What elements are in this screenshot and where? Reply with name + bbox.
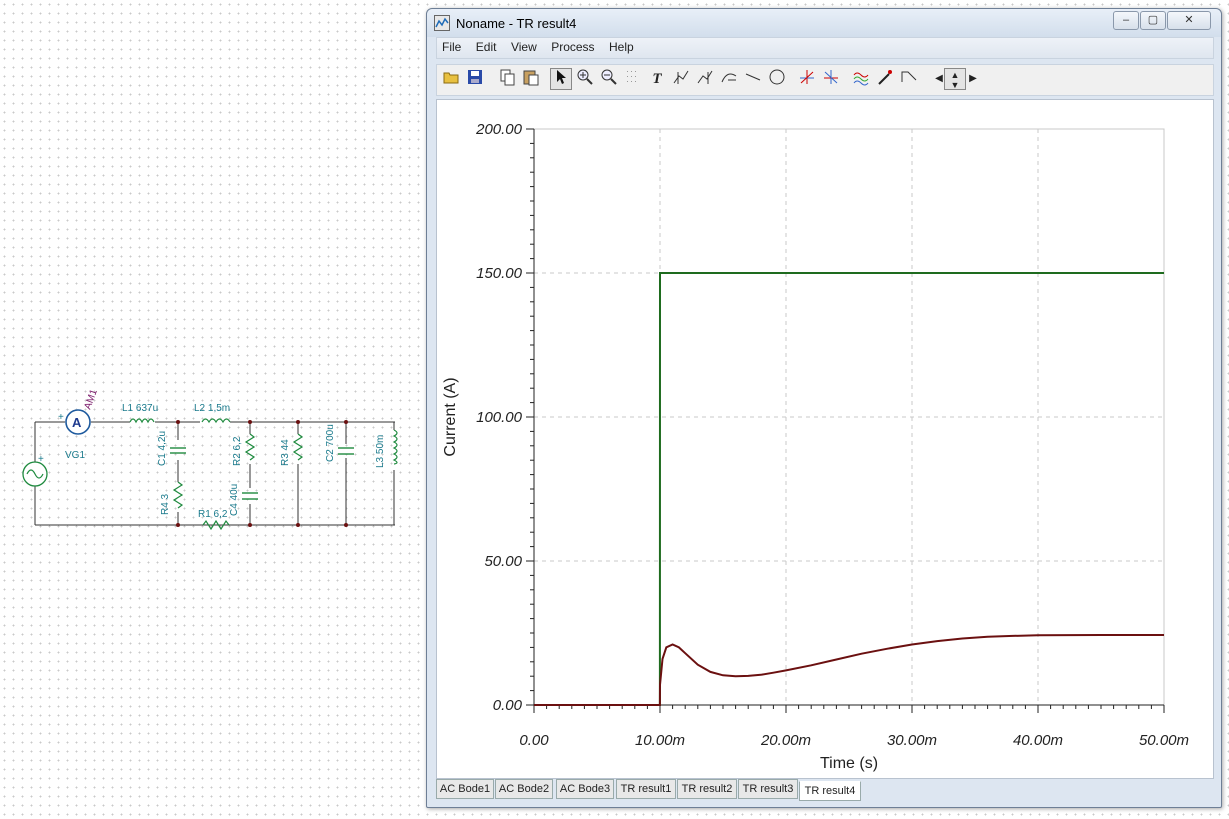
- pointer-icon[interactable]: [550, 68, 572, 90]
- tab-tr-result4[interactable]: TR result4: [799, 781, 861, 801]
- c4-label: C4 40u: [229, 484, 240, 516]
- text-icon[interactable]: T: [646, 68, 668, 90]
- plot-area[interactable]: 0.00 10.00m 20.00m 30.00m 40.00m 50.00m 0.00 50…: [436, 99, 1214, 779]
- save-icon[interactable]: [464, 68, 486, 90]
- tab-ac-bode2[interactable]: AC Bode2: [495, 779, 553, 799]
- marker-a-icon[interactable]: [796, 68, 818, 90]
- ammeter-symbol: A: [72, 415, 82, 430]
- marker-b-icon[interactable]: [820, 68, 842, 90]
- arrow-right-icon[interactable]: ▶: [962, 68, 984, 90]
- x-tick-label: 20.00m: [760, 732, 811, 749]
- y-tick-label: 150.00: [476, 265, 523, 282]
- curve-icon[interactable]: [718, 68, 740, 90]
- zoom-fit-icon[interactable]: [598, 68, 620, 90]
- x-tick-label: 50.00m: [1139, 732, 1189, 749]
- r1-label: R1 6,2: [198, 509, 228, 520]
- y-tick-label: 100.00: [476, 409, 523, 426]
- source-plus-label: +: [38, 454, 44, 465]
- minimize-button[interactable]: –: [1113, 11, 1139, 30]
- menu-bar: File Edit View Process Help: [436, 37, 1214, 59]
- y-tick-label: 50.00: [484, 553, 522, 570]
- waveform-icon[interactable]: [850, 68, 872, 90]
- l3-label: L3 50m: [375, 435, 386, 468]
- r4-label: R4 3: [160, 493, 171, 515]
- am1-label: AM1: [82, 388, 100, 411]
- cursor-b-icon[interactable]: [694, 68, 716, 90]
- tab-tr-result1[interactable]: TR result1: [616, 779, 676, 799]
- menu-file[interactable]: File: [437, 38, 466, 54]
- x-tick-label: 10.00m: [635, 732, 685, 749]
- menu-edit[interactable]: Edit: [471, 38, 502, 54]
- maximize-button[interactable]: ▢: [1140, 11, 1166, 30]
- y-tick-label: 200.00: [475, 121, 523, 138]
- x-tick-label: 40.00m: [1013, 732, 1063, 749]
- window-title: Noname - TR result4: [456, 16, 577, 31]
- line-icon[interactable]: [742, 68, 764, 90]
- inductor-l2-icon[interactable]: [201, 418, 231, 424]
- circle-icon[interactable]: [766, 68, 788, 90]
- ammeter-plus-label: +: [58, 412, 64, 423]
- l1-label: L1 637u: [122, 403, 158, 414]
- close-button[interactable]: ✕: [1167, 11, 1211, 30]
- x-axis-label: Time (s): [820, 755, 878, 772]
- result-tabs: AC Bode1 AC Bode2 AC Bode3 TR result1 TR…: [436, 779, 1212, 801]
- c1-label: C1 4,2u: [157, 431, 168, 466]
- slope-icon[interactable]: [898, 68, 920, 90]
- open-icon[interactable]: [440, 68, 462, 90]
- l2-label: L2 1,5m: [194, 403, 230, 414]
- inductor-l1-icon[interactable]: [129, 418, 155, 424]
- zoom-in-icon[interactable]: [574, 68, 596, 90]
- probe-icon[interactable]: [874, 68, 896, 90]
- tab-ac-bode3[interactable]: AC Bode3: [556, 779, 614, 799]
- r2-label: R2 6,2: [232, 436, 243, 466]
- vg1-label: VG1: [65, 450, 85, 461]
- menu-help[interactable]: Help: [604, 38, 639, 54]
- capacitor-c2-icon[interactable]: [338, 447, 354, 455]
- menu-view[interactable]: View: [506, 38, 542, 54]
- tab-tr-result3[interactable]: TR result3: [738, 779, 798, 799]
- circuit-schematic[interactable]: + VG1 A + AM1 L1 637u L2 1,5m L3 50m C1 …: [0, 380, 420, 550]
- r3-label: R3 44: [280, 439, 291, 466]
- c2-label: C2 700u: [325, 424, 336, 462]
- capacitor-c4-icon[interactable]: [242, 492, 258, 500]
- inductor-l3-icon[interactable]: [392, 429, 398, 465]
- capacitor-c1-icon[interactable]: [170, 447, 186, 454]
- tab-ac-bode1[interactable]: AC Bode1: [436, 779, 494, 799]
- resistor-r3-icon[interactable]: [292, 433, 304, 461]
- title-bar[interactable]: Noname - TR result4 – ▢ ✕: [427, 9, 1221, 37]
- tab-tr-result2[interactable]: TR result2: [677, 779, 737, 799]
- x-tick-label: 30.00m: [887, 732, 937, 749]
- y-axis-label: Current (A): [442, 377, 459, 456]
- result-window: Noname - TR result4 – ▢ ✕ File Edit View…: [426, 8, 1222, 808]
- menu-process[interactable]: Process: [546, 38, 599, 54]
- grid-icon[interactable]: [622, 68, 644, 90]
- resistor-r4-icon[interactable]: [172, 481, 184, 509]
- cursor-a-icon[interactable]: [670, 68, 692, 90]
- y-tick-label: 0.00: [493, 697, 523, 714]
- transient-chart[interactable]: 0.00 10.00m 20.00m 30.00m 40.00m 50.00m 0.00 50…: [437, 100, 1213, 778]
- app-icon: [434, 15, 450, 31]
- x-tick-label: 0.00: [519, 732, 549, 749]
- paste-icon[interactable]: [520, 68, 542, 90]
- toolbar: T ◀ ▲ ▼ ▶: [436, 64, 1214, 96]
- resistor-r2-icon[interactable]: [244, 433, 256, 461]
- copy-icon[interactable]: [496, 68, 518, 90]
